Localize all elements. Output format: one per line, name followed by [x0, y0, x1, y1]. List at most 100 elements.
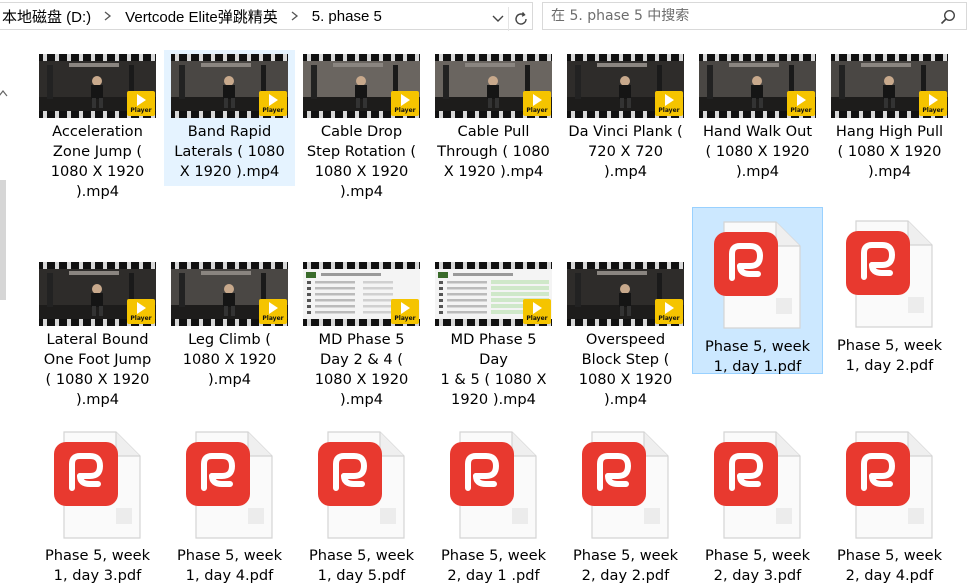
player-badge-label: Player: [922, 107, 944, 114]
file-name-line: Cable Pull: [457, 123, 530, 140]
video-file-item[interactable]: Player Acceleration Zone Jump (1080 X 1920…: [32, 50, 163, 200]
video-file-item[interactable]: Player MD Phase 5 Day 1 & 5 ( 1080 X 1920 )…: [428, 258, 559, 424]
pdf-file-item[interactable]: Phase 5, week 2, day 4.pdf: [824, 418, 955, 585]
film-strip-top: [435, 54, 552, 61]
video-file-item[interactable]: Player Overspeed Block Step (1080 X 1920).…: [560, 258, 691, 424]
pdf-file-icon: [50, 426, 146, 546]
video-file-item[interactable]: Player Cable Pull Through ( 1080 X 1920 ).m…: [428, 50, 559, 186]
player-badge-icon: Player: [523, 91, 551, 116]
video-file-item[interactable]: Player Hand Walk Out ( 1080 X 1920).mp4: [692, 50, 823, 186]
video-file-item[interactable]: Player Hang High Pull ( 1080 X 1920 ).mp4: [824, 50, 955, 186]
file-name-line: Phase 5, week: [704, 547, 811, 564]
play-icon: [268, 94, 278, 106]
pdf-file-icon: [842, 215, 938, 335]
file-name-line: ).mp4: [867, 163, 912, 180]
player-badge-icon: Player: [127, 91, 155, 116]
file-name-line: Phase 5, week: [176, 547, 283, 564]
video-thumbnail: Player: [699, 54, 816, 118]
file-name-line: 2, day 4.pdf: [845, 567, 934, 584]
film-strip-top: [567, 54, 684, 61]
file-name-line: Lateral Bound: [46, 331, 149, 348]
file-name-line: X 1920 ).mp4: [443, 163, 544, 180]
file-name-line: Hang High Pull: [835, 123, 944, 140]
player-badge-label: Player: [130, 107, 152, 114]
pdf-file-icon: [842, 426, 938, 546]
player-badge-icon: Player: [259, 91, 287, 116]
film-strip-top: [831, 54, 948, 61]
video-thumbnail: Player: [303, 262, 420, 326]
file-name-label: MD Phase 5 Day 2 & 4 (1080 X 1920).mp4: [296, 330, 427, 410]
pdf-file-item[interactable]: Phase 5, week 1, day 1.pdf: [692, 207, 823, 375]
video-thumbnail: Player: [567, 262, 684, 326]
file-name-label: Phase 5, week 2, day 3.pdf: [692, 546, 823, 585]
pdf-file-item[interactable]: Phase 5, week 1, day 2.pdf: [824, 207, 955, 374]
file-name-line: Cable Drop: [320, 123, 403, 140]
player-badge-label: Player: [394, 107, 416, 114]
file-name-label: Hand Walk Out ( 1080 X 1920).mp4: [692, 122, 823, 182]
file-name-label: Cable Pull Through ( 1080 X 1920 ).mp4: [428, 122, 559, 182]
file-name-line: Band Rapid: [187, 123, 272, 140]
file-name-line: 1, day 4.pdf: [185, 567, 274, 584]
file-name-line: 1080 X 1920: [314, 163, 409, 180]
play-icon: [664, 94, 674, 106]
video-file-item[interactable]: Player Lateral Bound One Foot Jump ( 1080 X…: [32, 258, 163, 424]
player-badge-label: Player: [526, 107, 548, 114]
play-icon: [136, 302, 146, 314]
file-name-line: Phase 5, week: [836, 337, 943, 354]
player-badge-icon: Player: [391, 299, 419, 324]
pdf-file-item[interactable]: Phase 5, week 2, day 2.pdf: [560, 418, 691, 585]
pdf-file-icon: [710, 426, 806, 546]
pdf-file-item[interactable]: Phase 5, week 1, day 3.pdf: [32, 418, 163, 585]
file-name-label: Leg Climb (1080 X 1920).mp4: [164, 330, 295, 390]
file-name-line: ).mp4: [735, 163, 780, 180]
play-icon: [268, 302, 278, 314]
player-badge-label: Player: [262, 315, 284, 322]
film-strip-top: [171, 54, 288, 61]
pdf-file-item[interactable]: Phase 5, week 1, day 5.pdf: [296, 418, 427, 585]
video-file-item[interactable]: Player Band Rapid Laterals ( 1080 X 1920 ).…: [164, 50, 295, 186]
file-name-line: Laterals ( 1080: [174, 143, 285, 160]
play-icon: [664, 302, 674, 314]
player-badge-icon: Player: [655, 299, 683, 324]
video-thumbnail: Player: [435, 54, 552, 118]
file-name-line: 1080 X 1920: [314, 371, 409, 388]
player-badge-icon: Player: [787, 91, 815, 116]
pdf-file-icon: [710, 216, 806, 336]
file-name-label: Phase 5, week 1, day 3.pdf: [32, 546, 163, 585]
file-name-line: ( 1080 X 1920: [837, 143, 942, 160]
pdf-file-item[interactable]: Phase 5, week 2, day 1 .pdf: [428, 418, 559, 585]
file-grid: Player Acceleration Zone Jump (1080 X 1920…: [0, 0, 967, 585]
file-name-label: Phase 5, week 2, day 1 .pdf: [428, 546, 559, 585]
file-name-line: Phase 5, week: [572, 547, 679, 564]
pdf-file-icon: [314, 426, 410, 546]
video-thumbnail: Player: [303, 54, 420, 118]
film-strip-top: [303, 262, 420, 269]
file-name-line: Phase 5, week: [440, 547, 547, 564]
player-badge-label: Player: [526, 315, 548, 322]
file-name-line: Phase 5, week: [836, 547, 943, 564]
file-name-line: 1, day 5.pdf: [317, 567, 406, 584]
file-name-line: Hand Walk Out: [702, 123, 813, 140]
pdf-file-item[interactable]: Phase 5, week 1, day 4.pdf: [164, 418, 295, 585]
pdf-file-item[interactable]: Phase 5, week 2, day 3.pdf: [692, 418, 823, 585]
video-thumbnail: Player: [831, 54, 948, 118]
film-strip-top: [39, 262, 156, 269]
pdf-file-icon: [446, 426, 542, 546]
file-name-label: Phase 5, week 1, day 4.pdf: [164, 546, 295, 585]
file-name-line: Zone Jump (: [52, 143, 143, 160]
file-name-label: Phase 5, week 2, day 2.pdf: [560, 546, 691, 585]
player-badge-icon: Player: [391, 91, 419, 116]
file-name-line: Overspeed: [585, 331, 666, 348]
file-name-line: Phase 5, week: [704, 338, 811, 355]
player-badge-icon: Player: [259, 299, 287, 324]
file-name-line: ).mp4: [207, 371, 252, 388]
video-file-item[interactable]: Player Cable Drop Step Rotation (1080 X 19…: [296, 50, 427, 200]
file-name-line: ).mp4: [75, 183, 120, 200]
file-name-line: ).mp4: [603, 391, 648, 408]
video-file-item[interactable]: Player Da Vinci Plank (720 X 720).mp4: [560, 50, 691, 186]
video-file-item[interactable]: Player Leg Climb (1080 X 1920).mp4: [164, 258, 295, 424]
video-file-item[interactable]: Player MD Phase 5 Day 2 & 4 (1080 X 1920).…: [296, 258, 427, 424]
video-thumbnail: Player: [39, 54, 156, 118]
video-thumbnail: Player: [171, 54, 288, 118]
file-name-line: 1, day 3.pdf: [53, 567, 142, 584]
